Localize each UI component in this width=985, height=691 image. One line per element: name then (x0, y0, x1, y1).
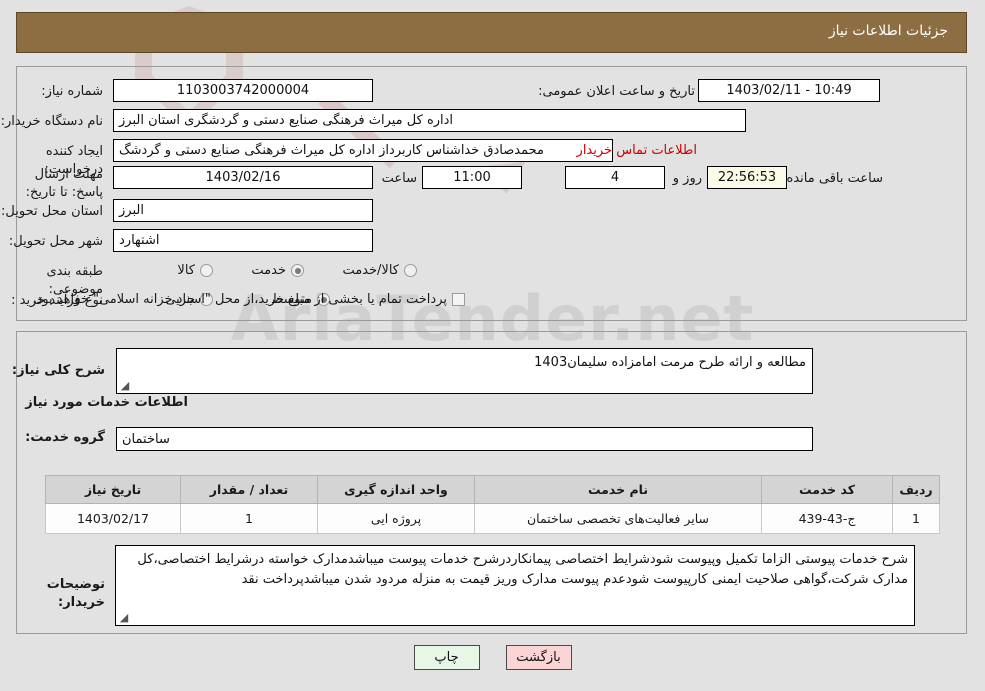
deadline-hour-value: 11:00 (422, 166, 522, 189)
buyer-org-label: نام دستگاه خریدار: (0, 114, 103, 129)
category-radio-kala-khedmat-label: کالا/خدمت (342, 263, 399, 278)
page-title: جزئیات اطلاعات نیاز (828, 23, 948, 39)
buyer-notes-label: توضیحات خریدار: (46, 577, 105, 610)
buyer-notes-value: شرح خدمات پیوستی الزاما تکمیل وپیوست شود… (137, 552, 908, 588)
col-service-name: نام خدمت (474, 475, 762, 504)
cell-service-code: ج-43-439 (761, 503, 893, 534)
cell-need-date: 1403/02/17 (45, 503, 181, 534)
treasury-bonds-label: پرداخت تمام یا بخشی از مبلغ خرید،از محل … (32, 292, 447, 307)
service-group-value: ساختمان (116, 427, 813, 451)
need-summary-value: مطالعه و ارائه طرح مرمت امامزاده سلیمان1… (534, 355, 806, 370)
page-title-bar: جزئیات اطلاعات نیاز (16, 12, 967, 53)
resize-grip-icon[interactable]: ◢ (118, 612, 130, 624)
cell-unit: پروژه ایی (317, 503, 475, 534)
need-summary-label: شرح کلی نیاز: (11, 363, 105, 378)
print-button[interactable]: چاپ (413, 645, 480, 670)
city-label: شهر محل تحویل: (8, 234, 103, 249)
deadline-hour-label: ساعت (381, 171, 417, 186)
need-info-panel (16, 66, 967, 321)
service-group-label: گروه خدمت: (25, 430, 105, 445)
table-row: 1 ج-43-439 سایر فعالیت‌های تخصصی ساختمان… (45, 503, 940, 534)
creator-value: محمدصادق خداشناس کاربرداز اداره کل میراث… (113, 139, 613, 162)
buyer-org-value: اداره کل میراث فرهنگی صنایع دستی و گردشگ… (113, 109, 746, 132)
col-service-code: کد خدمت (761, 475, 893, 504)
back-button[interactable]: بازگشت (505, 645, 572, 670)
need-number-value: 1103003742000004 (113, 79, 373, 102)
public-announce-label: تاریخ و ساعت اعلان عمومی: (538, 84, 695, 99)
resize-grip-icon[interactable]: ◢ (119, 380, 131, 392)
province-label: استان محل تحویل: (1, 204, 103, 219)
buyer-notes-textarea[interactable]: شرح خدمات پیوستی الزاما تکمیل وپیوست شود… (115, 545, 915, 626)
services-table: ردیف کد خدمت نام خدمت واحد اندازه گیری ت… (45, 475, 940, 534)
province-value: البرز (113, 199, 373, 222)
cell-quantity: 1 (180, 503, 318, 534)
radio-indicator (200, 264, 213, 277)
category-radio-khedmat-label: خدمت (251, 263, 286, 278)
city-value: اشتهارد (113, 229, 373, 252)
table-header-row: ردیف کد خدمت نام خدمت واحد اندازه گیری ت… (45, 475, 940, 504)
need-summary-textarea[interactable]: مطالعه و ارائه طرح مرمت امامزاده سلیمان1… (116, 348, 813, 394)
remaining-time-value: 22:56:53 (707, 166, 787, 189)
remaining-days-value: 4 (565, 166, 665, 189)
deadline-label: مهلت ارسال پاسخ: تا تاریخ: (25, 167, 103, 200)
category-radio-khedmat[interactable]: خدمت (251, 263, 304, 278)
page-root: AriaTender.net جزئیات اطلاعات نیاز شماره… (0, 0, 985, 691)
services-section-heading: اطلاعات خدمات مورد نیاز (25, 395, 188, 410)
cell-row-no: 1 (892, 503, 940, 534)
radio-indicator-selected (291, 264, 304, 277)
cell-service-name: سایر فعالیت‌های تخصصی ساختمان (474, 503, 762, 534)
need-number-label: شماره نیاز: (41, 84, 103, 99)
footer-actions: بازگشت چاپ (0, 645, 985, 670)
category-radio-kala[interactable]: کالا (177, 263, 213, 278)
remaining-days-label: روز و (672, 171, 702, 186)
category-radio-kala-label: کالا (177, 263, 195, 278)
radio-indicator (404, 264, 417, 277)
col-quantity: تعداد / مقدار (180, 475, 318, 504)
checkbox-indicator (452, 293, 465, 306)
public-announce-value: 1403/02/11 - 10:49 (698, 79, 880, 102)
treasury-bonds-checkbox[interactable]: پرداخت تمام یا بخشی از مبلغ خرید،از محل … (32, 292, 465, 307)
category-radio-kala-khedmat[interactable]: کالا/خدمت (342, 263, 417, 278)
deadline-date-value: 1403/02/16 (113, 166, 373, 189)
col-row-no: ردیف (892, 475, 940, 504)
col-need-date: تاریخ نیاز (45, 475, 181, 504)
buyer-contact-link[interactable]: اطلاعات تماس خریدار (577, 143, 697, 158)
remaining-time-label: ساعت باقی مانده (786, 171, 883, 186)
col-unit: واحد اندازه گیری (317, 475, 475, 504)
